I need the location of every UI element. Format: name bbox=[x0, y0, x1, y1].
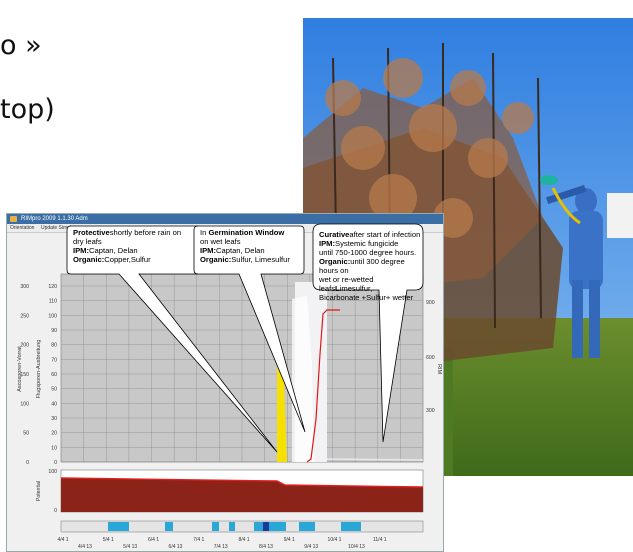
timeline-tick-top: 7/4 1 bbox=[193, 537, 204, 543]
y-outer-tick: 100 bbox=[20, 401, 29, 407]
timeline-segment bbox=[341, 522, 361, 531]
bubble-germination-text: In Germination Window on wet leafs IPM:Cap… bbox=[200, 228, 304, 264]
timeline-tick-top: 5/4 1 bbox=[103, 537, 114, 543]
timeline-segment bbox=[165, 522, 173, 531]
y-inner-tick: 110 bbox=[49, 299, 57, 305]
bubble-line: wet or re-wetted leafsLimesulfur, bbox=[319, 275, 423, 293]
y-right-axis-label: RIM bbox=[436, 364, 442, 375]
baseline-line bbox=[326, 458, 424, 461]
timeline-tick-bottom: 9/4 13 bbox=[304, 544, 318, 550]
bubble-text: Sulfur, Limesulfur bbox=[231, 255, 290, 264]
bubble-text: Copper,Sulfur bbox=[104, 255, 151, 264]
timeline-segment bbox=[229, 522, 235, 531]
bubble-line: Curativeafter start of infection bbox=[319, 230, 423, 239]
timeline-tick-bottom: 5/4 13 bbox=[123, 544, 137, 550]
bubble-bold-text: Organic: bbox=[73, 255, 105, 264]
bubble-line: Protectiveshortly before rain on bbox=[73, 228, 201, 237]
y-inner-tick: 70 bbox=[51, 357, 57, 363]
bubble-line: until 750-1000 degree hours. bbox=[319, 248, 423, 257]
y-inner-tick: 100 bbox=[48, 313, 57, 319]
bubble-line: Organic:Copper,Sulfur bbox=[73, 255, 201, 264]
bubble-line: on wet leafs bbox=[200, 237, 304, 246]
timeline-segment-dark bbox=[263, 522, 269, 531]
timeline-tick-top: 6/4 1 bbox=[148, 537, 159, 543]
y-inner-tick: 90 bbox=[51, 328, 57, 334]
y-outer-tick: 300 bbox=[20, 284, 29, 290]
bubble-line: IPM:Systemic fungicide bbox=[319, 239, 423, 248]
y-inner-tick: 40 bbox=[51, 401, 57, 407]
timeline-tick-bottom: 7/4 13 bbox=[214, 544, 228, 550]
bubble-line: In Germination Window bbox=[200, 228, 304, 237]
bubble-line: IPM:Captan, Delan bbox=[73, 246, 201, 255]
bubble-text: Captan, Delan bbox=[216, 246, 265, 255]
timeline-segment bbox=[212, 522, 219, 531]
timeline-x-axis: 4/4 1 5/4 1 6/4 1 7/4 1 8/4 1 9/4 1 10/4 1 11/4… bbox=[57, 537, 386, 550]
bubble-line: Organic:until 300 degree hours on bbox=[319, 257, 423, 275]
potential-axis-label: Potential bbox=[36, 481, 42, 501]
bubble-bold-text: Protective bbox=[73, 228, 110, 237]
bubble-line: dry leafs bbox=[73, 237, 201, 246]
y-inner-tick: 80 bbox=[51, 343, 57, 349]
bubble-bold-text: IPM: bbox=[319, 239, 336, 248]
bubble-text: on wet leafs bbox=[200, 237, 241, 246]
timeline-tick-top: 8/4 1 bbox=[238, 537, 249, 543]
y-outer-tick: 50 bbox=[23, 431, 29, 437]
bubble-text: imesulfur, bbox=[339, 284, 373, 293]
y-right-tick: 900 bbox=[426, 300, 435, 306]
bubble-text: Systemic fungicide bbox=[335, 239, 399, 248]
bubble-text: Captan, Delan bbox=[89, 246, 138, 255]
y-inner-tick: 10 bbox=[51, 445, 57, 451]
y-inner-tick: 30 bbox=[51, 416, 57, 422]
timeline-tick-bottom: 4/4 13 bbox=[78, 544, 92, 550]
y-inner-tick: 60 bbox=[51, 372, 57, 378]
bubble-text: dry leafs bbox=[73, 237, 102, 246]
y-inner-tick: 120 bbox=[48, 284, 57, 290]
potential-tick-0: 0 bbox=[54, 508, 57, 514]
timeline-segment bbox=[108, 522, 129, 531]
y-inner-tick: 20 bbox=[51, 431, 57, 437]
potential-tick-100: 100 bbox=[48, 469, 57, 475]
y-outer-tick: 250 bbox=[20, 313, 29, 319]
slide-text-line-1: o » bbox=[0, 30, 42, 61]
bubble-protective-text: Protectiveshortly before rain on dry leaf… bbox=[73, 228, 201, 264]
y-inner-tick: 50 bbox=[51, 387, 57, 393]
bubble-bold-text: Germination Window bbox=[208, 228, 285, 237]
y-outer-tick: 0 bbox=[26, 460, 29, 466]
y-right-tick: 600 bbox=[426, 355, 435, 361]
app-window: RIMpro 2009 1.1.30 Adm Orientation Updat… bbox=[6, 213, 444, 552]
slide-text-line-2: top) bbox=[0, 94, 55, 125]
bubble-bold-text: IPM: bbox=[200, 246, 217, 255]
y-inner-tick: 0 bbox=[54, 460, 57, 466]
bubble-text: after start of infection bbox=[349, 230, 421, 239]
bubble-text: shortly before rain on bbox=[109, 228, 182, 237]
timeline-tick-top: 9/4 1 bbox=[284, 537, 295, 543]
timeline-segment bbox=[299, 522, 315, 531]
bubble-bold-text: Organic: bbox=[319, 257, 351, 266]
timeline-tick-top: 10/4 1 bbox=[328, 537, 342, 543]
timeline-tick-bottom: 6/4 13 bbox=[169, 544, 183, 550]
timeline-tick-bottom: 8/4 13 bbox=[259, 544, 273, 550]
bubble-text: until 750-1000 degree hours. bbox=[319, 248, 417, 257]
timeline-segment bbox=[269, 522, 286, 531]
y-outer-axis-label: Ascosporen-Vorrat bbox=[17, 346, 23, 392]
timeline-tick-top: 4/4 1 bbox=[57, 537, 68, 543]
bubble-curative-text: Curativeafter start of infection IPM:Syst… bbox=[319, 230, 423, 302]
bubble-bold-text: IPM: bbox=[73, 246, 90, 255]
bubble-bold-text: Organic: bbox=[200, 255, 232, 264]
timeline-segment bbox=[254, 522, 263, 531]
y-right-tick: 300 bbox=[426, 408, 435, 414]
y-inner-axis-label: Flugsporen-Ausbreitung bbox=[36, 340, 42, 399]
bubble-line: IPM:Captan, Delan bbox=[200, 246, 304, 255]
bubble-bold-text: Curative bbox=[319, 230, 350, 239]
timeline-tick-top: 11/4 1 bbox=[373, 537, 387, 543]
bubble-text: Bicarbonate +Sulfur+ wetter bbox=[319, 293, 414, 302]
bubble-line: Bicarbonate +Sulfur+ wetter bbox=[319, 293, 423, 302]
timeline-tick-bottom: 10/4 13 bbox=[348, 544, 365, 550]
bubble-line: Organic:Sulfur, Limesulfur bbox=[200, 255, 304, 264]
